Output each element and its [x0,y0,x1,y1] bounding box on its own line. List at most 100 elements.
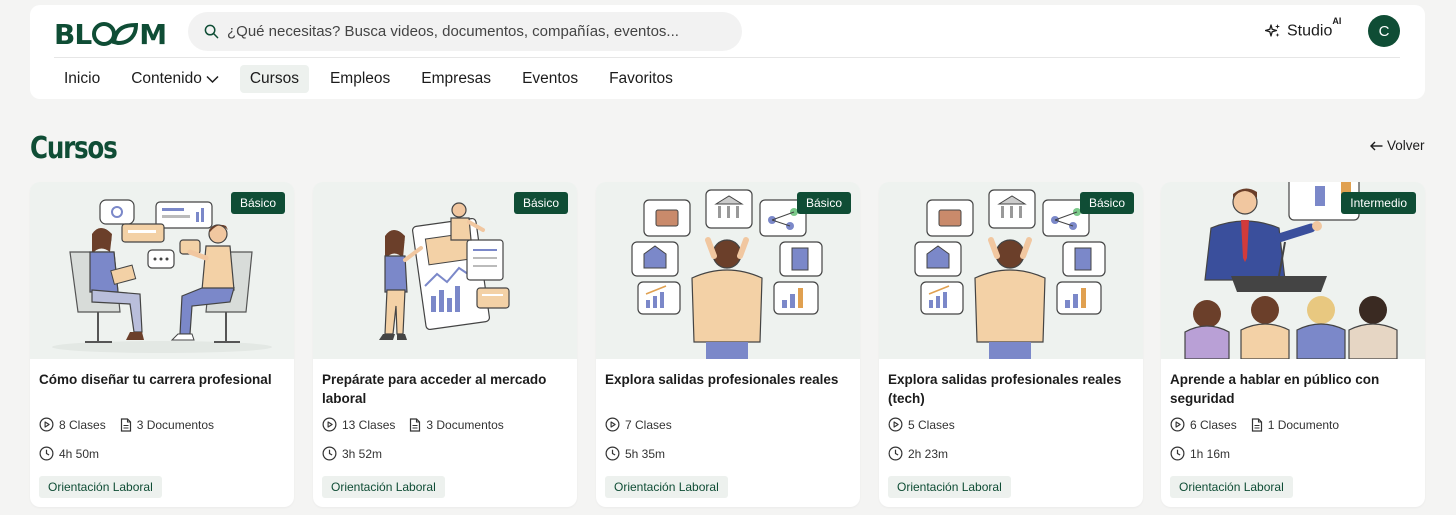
clock-icon [39,446,54,461]
duration-label: 1h 16m [1190,446,1231,461]
studio-ai-superscript: AI [1332,16,1342,27]
course-duration: 1h 16m [1170,446,1244,461]
documents-count: 1 Documento [1251,418,1339,432]
main-nav: Inicio Contenido Cursos Empleos Empresas… [54,65,694,93]
nav-item-empleos[interactable]: Empleos [320,65,400,93]
nav-label: Eventos [522,70,579,87]
document-icon [410,417,421,432]
clock-icon [888,446,903,461]
play-circle-icon [1170,417,1185,432]
clock-icon [322,446,337,461]
course-meta: 6 Clases 1 Documento [1170,417,1353,432]
classes-label: 6 Clases [1190,417,1237,432]
classes-label: 13 Clases [342,417,396,432]
classes-label: 8 Clases [59,417,106,432]
document-icon [120,417,131,432]
category-tag[interactable]: Orientación Laboral [888,476,1011,498]
play-circle-icon [605,417,620,432]
course-duration: 3h 52m [322,446,396,461]
level-badge: Básico [796,192,851,214]
search-icon [204,24,219,39]
clock-icon [605,446,620,461]
course-meta: 5 Clases [888,417,969,432]
nav-label: Inicio [64,70,101,87]
documents-label: 1 Documento [1267,417,1340,432]
header-divider [54,57,1400,58]
duration: 5h 35m [605,446,665,461]
page-title: Cursos [30,131,118,166]
classes-label: 7 Clases [625,417,672,432]
play-circle-icon [888,417,903,432]
course-card[interactable]: Básico Cómo diseñar tu carrera profesion… [30,182,294,507]
user-avatar[interactable]: C [1368,15,1400,47]
bloom-logo[interactable]: BL M [54,17,167,51]
course-title[interactable]: Cómo diseñar tu carrera profesional [39,370,283,389]
nav-label: Empresas [421,70,492,87]
course-card[interactable]: Intermedio Aprende a hablar en público c… [1161,182,1425,507]
nav-item-contenido[interactable]: Contenido [121,65,229,93]
course-duration: 2h 23m [888,446,962,461]
duration-label: 3h 52m [342,446,383,461]
nav-item-eventos[interactable]: Eventos [512,65,588,93]
classes-count: 5 Clases [888,417,955,432]
category-tag[interactable]: Orientación Laboral [39,476,162,498]
nav-item-inicio[interactable]: Inicio [54,65,110,93]
clock-icon [1170,446,1185,461]
sparkles-icon [1265,24,1280,37]
logo-leaf-icon [92,22,139,46]
course-card[interactable]: Básico Explora salidas profesionales rea… [596,182,860,507]
classes-count: 7 Clases [605,417,672,432]
nav-label: Contenido [131,70,202,87]
course-title[interactable]: Prepárate para acceder al mercado labora… [322,370,566,408]
documents-count: 3 Documentos [120,418,214,432]
course-card[interactable]: Básico Explora salidas profesionales rea… [879,182,1143,507]
nav-item-cursos[interactable]: Cursos [239,65,309,93]
documents-count: 3 Documentos [409,417,504,432]
classes-count: 13 Clases [322,417,395,432]
course-meta: 8 Clases 3 Documentos [39,417,228,432]
classes-count: 6 Clases [1170,417,1237,432]
classes-label: 5 Clases [908,417,955,432]
duration: 2h 23m [888,446,948,461]
level-badge: Básico [1079,192,1134,214]
duration-label: 2h 23m [908,446,949,461]
studio-label: Studio [1287,22,1333,40]
logo-text-m: M [139,17,167,51]
duration: 3h 52m [322,446,382,461]
category-tag[interactable]: Orientación Laboral [322,476,445,498]
studio-ai-button[interactable]: StudioAI [1265,16,1342,43]
nav-label: Empleos [329,70,391,87]
course-meta: 7 Clases [605,417,686,432]
course-meta: 13 Clases 3 Documentos [322,417,518,432]
nav-label: Cursos [249,70,299,87]
nav-item-favoritos[interactable]: Favoritos [599,65,683,93]
search-input[interactable] [227,23,727,40]
duration-label: 5h 35m [625,446,666,461]
arrow-left-icon [1370,141,1383,150]
documents-label: 3 Documentos [136,417,215,432]
course-title[interactable]: Explora salidas profesionales reales [605,370,849,389]
search-bar[interactable] [188,12,742,51]
classes-count: 8 Clases [39,417,106,432]
play-circle-icon [39,417,54,432]
duration-label: 4h 50m [59,446,100,461]
logo-text-bl: BL [54,17,92,51]
course-card[interactable]: Básico Prepárate para acceder al mercado… [313,182,577,507]
back-label: Volver [1387,138,1425,153]
document-icon [1251,417,1262,432]
level-badge: Intermedio [1341,192,1416,214]
nav-label: Favoritos [609,70,673,87]
documents-label: 3 Documentos [426,417,504,432]
course-title[interactable]: Explora salidas profesionales reales (te… [888,370,1132,408]
level-badge: Básico [230,192,285,214]
back-link[interactable]: Volver [1370,138,1425,153]
course-duration: 5h 35m [605,446,679,461]
course-title[interactable]: Aprende a hablar en público con segurida… [1170,370,1414,408]
play-circle-icon [322,417,337,432]
category-tag[interactable]: Orientación Laboral [1170,476,1293,498]
chevron-down-icon [206,75,219,83]
level-badge: Básico [513,192,568,214]
category-tag[interactable]: Orientación Laboral [605,476,728,498]
nav-item-empresas[interactable]: Empresas [411,65,501,93]
course-duration: 4h 50m [39,446,113,461]
